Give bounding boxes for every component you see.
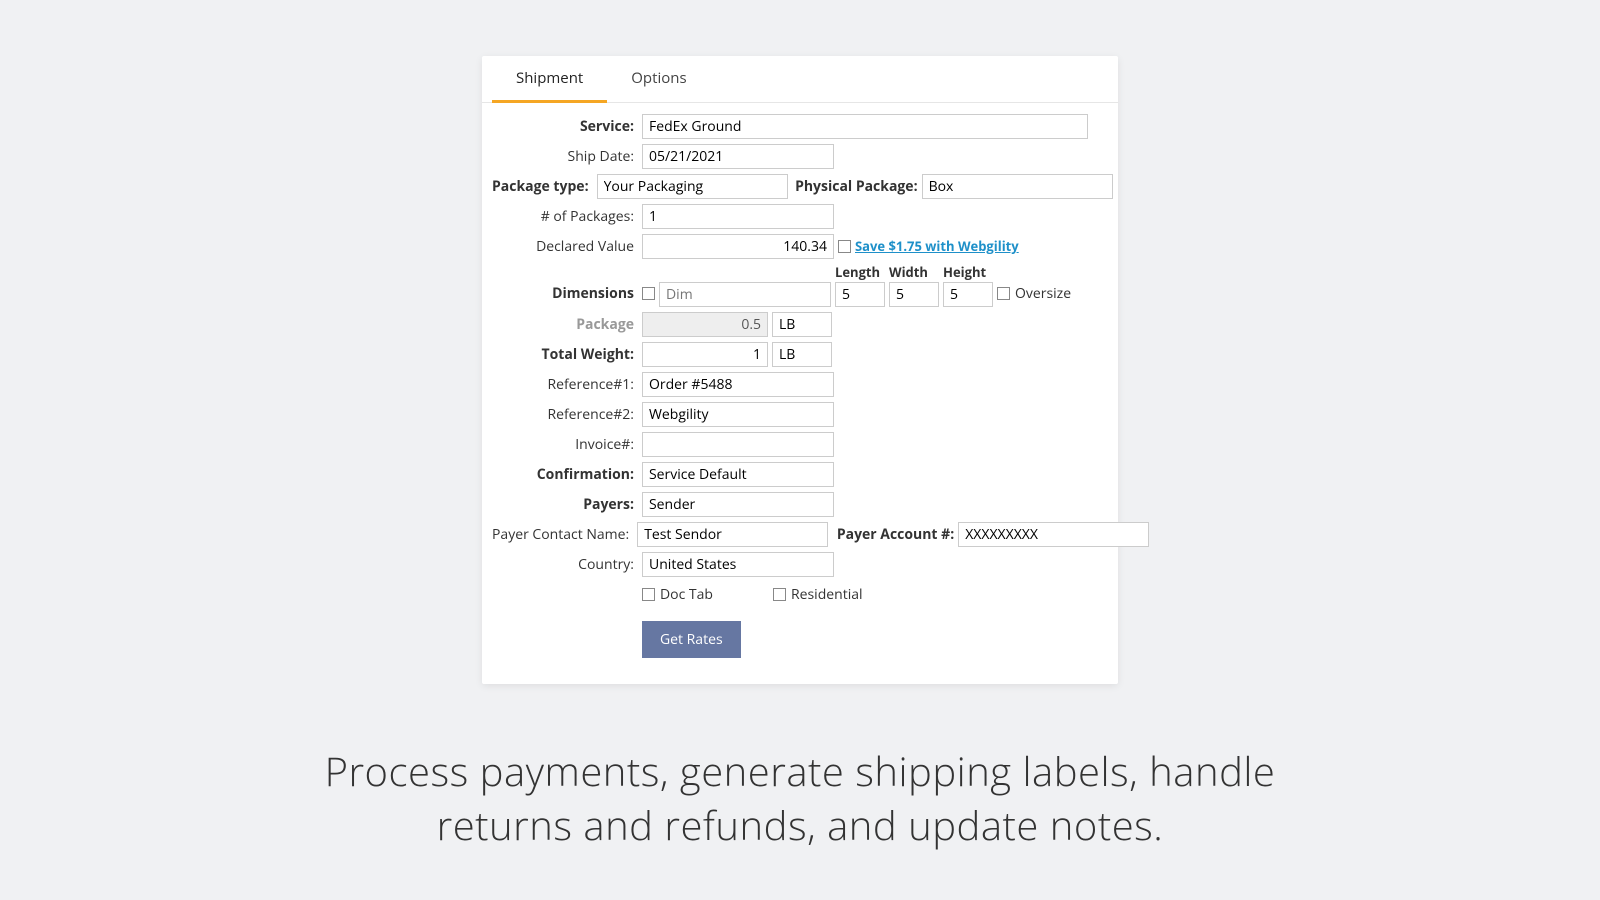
reference1-input[interactable] [642, 372, 834, 397]
height-input[interactable] [943, 282, 993, 307]
num-packages-input[interactable] [642, 204, 834, 229]
physical-package-input[interactable] [922, 174, 1113, 199]
label-height: Height [943, 263, 986, 281]
label-payers: Payers: [492, 495, 638, 514]
save-with-webgility-link[interactable]: Save $1.75 with Webgility [855, 237, 1019, 255]
get-rates-button[interactable]: Get Rates [642, 621, 741, 658]
label-physical-package: Physical Package: [792, 177, 918, 196]
save-checkbox[interactable] [838, 240, 851, 253]
country-input[interactable] [642, 552, 834, 577]
label-package: Package [492, 315, 638, 334]
label-doctab: Doc Tab [660, 585, 713, 604]
payer-contact-input[interactable] [637, 522, 828, 547]
shipment-panel: Shipment Options Service: Ship Date: Pac… [482, 56, 1118, 684]
oversize-checkbox[interactable] [997, 287, 1010, 300]
tab-options[interactable]: Options [607, 56, 710, 103]
label-ship-date: Ship Date: [492, 147, 638, 166]
label-declared-value: Declared Value [492, 237, 638, 256]
label-package-type: Package type: [492, 177, 593, 196]
label-num-packages: # of Packages: [492, 207, 638, 226]
ship-date-input[interactable] [642, 144, 834, 169]
form-body: Service: Ship Date: Package type: Physic… [482, 103, 1118, 684]
caption-text: Process payments, generate shipping labe… [310, 744, 1290, 852]
confirmation-input[interactable] [642, 462, 834, 487]
package-weight-input[interactable] [642, 312, 768, 337]
payer-account-input[interactable] [958, 522, 1149, 547]
label-width: Width [889, 263, 928, 281]
label-ref1: Reference#1: [492, 375, 638, 394]
service-input[interactable] [642, 114, 1088, 139]
width-input[interactable] [889, 282, 939, 307]
reference2-input[interactable] [642, 402, 834, 427]
label-ref2: Reference#2: [492, 405, 638, 424]
invoice-input[interactable] [642, 432, 834, 457]
label-payer-account: Payer Account #: [832, 525, 954, 544]
declared-value-input[interactable] [642, 234, 834, 259]
doctab-checkbox[interactable] [642, 588, 655, 601]
label-payer-contact: Payer Contact Name: [492, 525, 633, 544]
dimensions-input[interactable] [659, 282, 831, 307]
label-residential: Residential [791, 585, 863, 604]
tab-shipment[interactable]: Shipment [492, 56, 607, 103]
label-country: Country: [492, 555, 638, 574]
tabs: Shipment Options [482, 56, 1118, 103]
dimensions-checkbox[interactable] [642, 287, 655, 300]
label-length: Length [835, 263, 880, 281]
package-type-input[interactable] [597, 174, 788, 199]
label-confirmation: Confirmation: [492, 465, 638, 484]
label-service: Service: [492, 117, 638, 136]
total-weight-unit-input[interactable] [772, 342, 832, 367]
label-invoice: Invoice#: [492, 435, 638, 454]
payers-input[interactable] [642, 492, 834, 517]
label-total-weight: Total Weight: [492, 345, 638, 364]
length-input[interactable] [835, 282, 885, 307]
total-weight-input[interactable] [642, 342, 768, 367]
residential-checkbox[interactable] [773, 588, 786, 601]
label-oversize: Oversize [1015, 284, 1071, 303]
package-unit-input[interactable] [772, 312, 832, 337]
label-dimensions: Dimensions [492, 284, 638, 307]
